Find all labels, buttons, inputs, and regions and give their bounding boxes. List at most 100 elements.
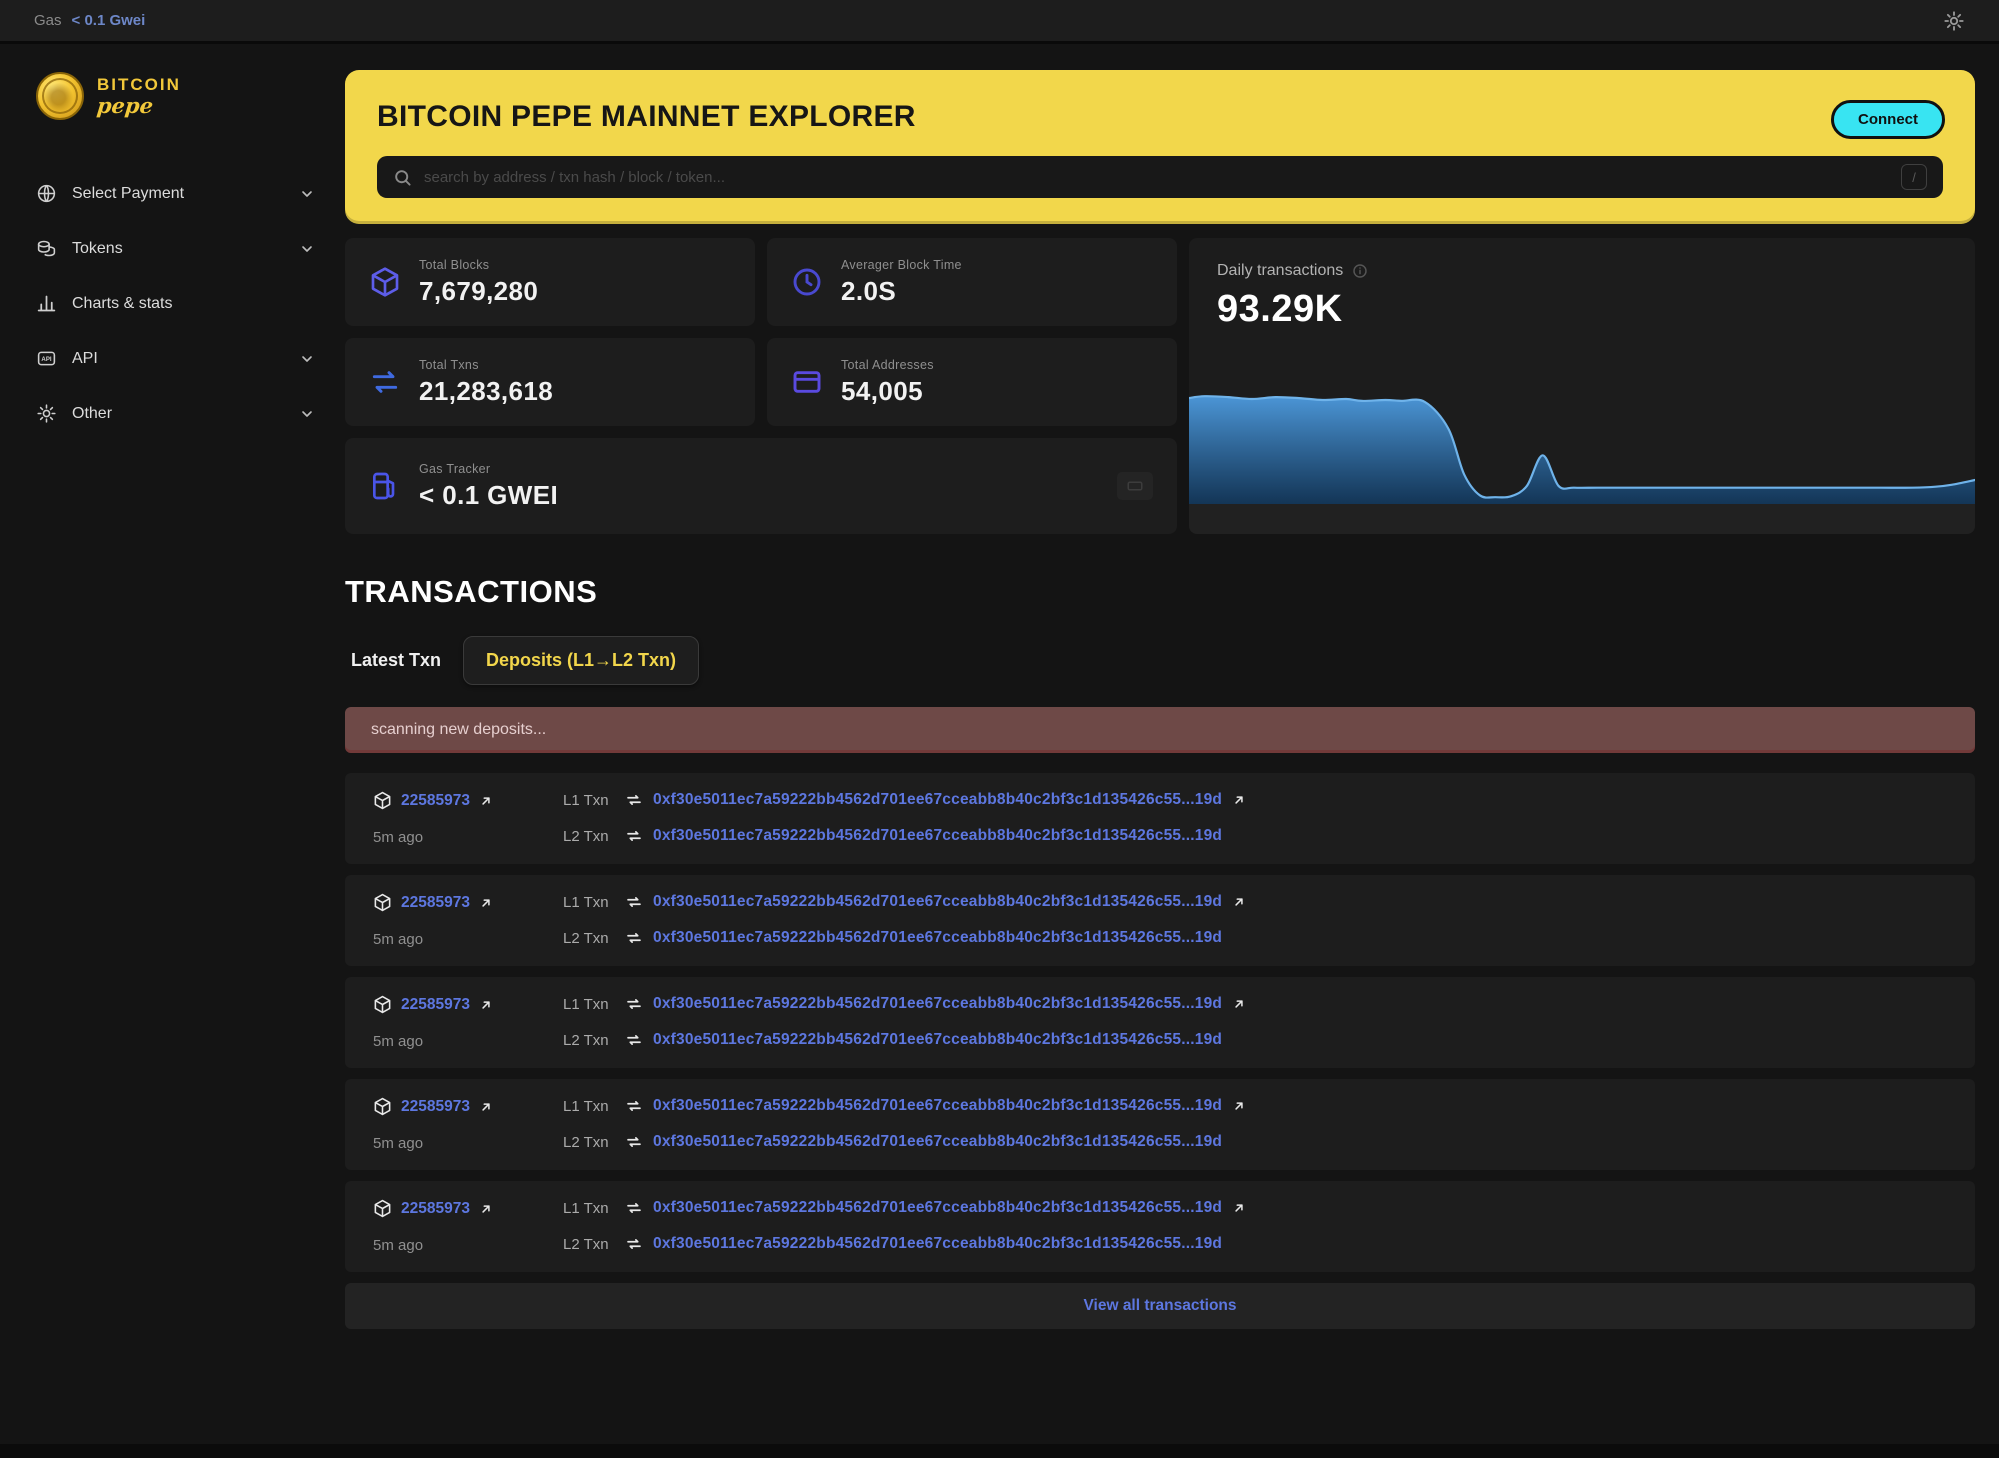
external-link-icon[interactable] (1232, 895, 1246, 909)
stat-card-gas-tracker[interactable]: Gas Tracker < 0.1 GWEI (345, 438, 1177, 534)
scanning-text: scanning new deposits... (371, 721, 546, 739)
l1-txn-hash-link[interactable]: 0xf30e5011ec7a59222bb4562d701ee67cceabb8… (653, 1097, 1222, 1115)
block-cube-icon (373, 1199, 392, 1218)
swap-arrows-icon (369, 366, 401, 398)
search-input[interactable] (424, 169, 1889, 186)
transfer-arrows-icon (625, 893, 643, 911)
search-icon (393, 168, 412, 187)
window-footer-edge (0, 1444, 1999, 1458)
sidebar-item-tokens[interactable]: Tokens (36, 221, 345, 276)
brand-logo[interactable]: BITCOIN pepe (36, 72, 345, 120)
sidebar-item-select-payment[interactable]: Select Payment (36, 166, 345, 221)
chart-baseline-strip (1189, 504, 1975, 534)
tokens-icon (36, 238, 57, 259)
block-number-link[interactable]: 22585973 (401, 996, 470, 1014)
transaction-row[interactable]: 22585973 5m ago L1 Txn 0xf30e5011ec7a592… (345, 875, 1975, 966)
transaction-row[interactable]: 22585973 5m ago L1 Txn 0xf30e5011ec7a592… (345, 1079, 1975, 1170)
chevron-down-icon (299, 241, 315, 257)
l1-txn-hash-link[interactable]: 0xf30e5011ec7a59222bb4562d701ee67cceabb8… (653, 995, 1222, 1013)
transaction-row[interactable]: 22585973 5m ago L1 Txn 0xf30e5011ec7a592… (345, 1181, 1975, 1272)
external-link-icon[interactable] (479, 1202, 493, 1216)
transfer-arrows-icon (625, 827, 643, 845)
l2-txn-hash-link[interactable]: 0xf30e5011ec7a59222bb4562d701ee67cceabb8… (653, 1031, 1222, 1049)
transfer-arrows-icon (625, 1133, 643, 1151)
connect-wallet-button[interactable]: Connect (1831, 100, 1945, 139)
stat-label: Total Addresses (841, 358, 934, 372)
stat-label: Averager Block Time (841, 258, 962, 272)
l2-txn-label: L2 Txn (563, 1134, 615, 1151)
sidebar-item-other[interactable]: Other (36, 386, 345, 441)
external-link-icon[interactable] (1232, 793, 1246, 807)
transactions-heading: TRANSACTIONS (345, 574, 1975, 610)
external-link-icon[interactable] (1232, 997, 1246, 1011)
external-link-icon[interactable] (1232, 1201, 1246, 1215)
block-cube-icon (373, 1097, 392, 1116)
transfer-arrows-icon (625, 1235, 643, 1253)
transaction-age: 5m ago (373, 1237, 563, 1254)
transaction-age: 5m ago (373, 1033, 563, 1050)
l1-txn-hash-link[interactable]: 0xf30e5011ec7a59222bb4562d701ee67cceabb8… (653, 791, 1222, 809)
stat-card-total-txns[interactable]: Total Txns 21,283,618 (345, 338, 755, 426)
l2-txn-hash-link[interactable]: 0xf30e5011ec7a59222bb4562d701ee67cceabb8… (653, 827, 1222, 845)
gas-price-value[interactable]: < 0.1 Gwei (72, 12, 146, 29)
l1-txn-hash-link[interactable]: 0xf30e5011ec7a59222bb4562d701ee67cceabb8… (653, 1199, 1222, 1217)
stat-value: 2.0S (841, 276, 962, 307)
l2-txn-label: L2 Txn (563, 1032, 615, 1049)
page-title: BITCOIN PEPE MAINNET EXPLORER (377, 100, 1943, 134)
main-content: BITCOIN PEPE MAINNET EXPLORER Connect / (345, 44, 1999, 1444)
settings-gear-icon[interactable] (1943, 10, 1965, 32)
stat-card-total-addresses[interactable]: Total Addresses 54,005 (767, 338, 1177, 426)
sidebar-item-label: Select Payment (72, 185, 184, 203)
sidebar-item-api[interactable]: API API (36, 331, 345, 386)
view-all-transactions-link[interactable]: View all transactions (1083, 1297, 1236, 1315)
gas-pump-icon (369, 470, 401, 502)
transaction-age: 5m ago (373, 829, 563, 846)
chevron-down-icon (299, 186, 315, 202)
l2-txn-label: L2 Txn (563, 1236, 615, 1253)
sidebar-item-label: Charts & stats (72, 295, 172, 313)
l2-txn-hash-link[interactable]: 0xf30e5011ec7a59222bb4562d701ee67cceabb8… (653, 1235, 1222, 1253)
cube-icon (369, 266, 401, 298)
l1-txn-hash-link[interactable]: 0xf30e5011ec7a59222bb4562d701ee67cceabb8… (653, 893, 1222, 911)
l2-txn-hash-link[interactable]: 0xf30e5011ec7a59222bb4562d701ee67cceabb8… (653, 929, 1222, 947)
stat-card-average-block-time[interactable]: Averager Block Time 2.0S (767, 238, 1177, 326)
search-bar[interactable]: / (377, 156, 1943, 198)
stat-card-total-blocks[interactable]: Total Blocks 7,679,280 (345, 238, 755, 326)
external-link-icon[interactable] (479, 1100, 493, 1114)
globe-icon (36, 183, 57, 204)
l2-txn-hash-link[interactable]: 0xf30e5011ec7a59222bb4562d701ee67cceabb8… (653, 1133, 1222, 1151)
stats-section: Total Blocks 7,679,280 Averager Block Ti… (345, 238, 1975, 534)
transaction-age: 5m ago (373, 1135, 563, 1152)
clock-icon (791, 266, 823, 298)
transaction-row[interactable]: 22585973 5m ago L1 Txn 0xf30e5011ec7a592… (345, 773, 1975, 864)
block-number-link[interactable]: 22585973 (401, 792, 470, 810)
daily-transactions-chart[interactable] (1189, 376, 1975, 504)
gas-label: Gas (34, 12, 62, 29)
daily-transactions-value: 93.29K (1217, 288, 1947, 331)
stat-value: 7,679,280 (419, 276, 538, 307)
external-link-icon[interactable] (479, 998, 493, 1012)
info-icon[interactable] (1352, 263, 1368, 279)
stat-label: Gas Tracker (419, 462, 558, 476)
wallet-icon (791, 366, 823, 398)
tab-deposits-l1-l2[interactable]: Deposits (L1→L2 Txn) (463, 636, 699, 685)
view-all-bar: View all transactions (345, 1283, 1975, 1329)
l1-txn-label: L1 Txn (563, 1200, 615, 1217)
transfer-arrows-icon (625, 1199, 643, 1217)
l1-txn-label: L1 Txn (563, 996, 615, 1013)
tab-latest-txn[interactable]: Latest Txn (345, 638, 447, 683)
block-number-link[interactable]: 22585973 (401, 1200, 470, 1218)
stat-label: Total Txns (419, 358, 553, 372)
block-number-link[interactable]: 22585973 (401, 894, 470, 912)
external-link-icon[interactable] (479, 794, 493, 808)
transfer-arrows-icon (625, 1031, 643, 1049)
l1-txn-label: L1 Txn (563, 1098, 615, 1115)
sidebar-item-charts-stats[interactable]: Charts & stats (36, 276, 345, 331)
chart-title: Daily transactions (1217, 262, 1343, 280)
bar-chart-icon (36, 293, 57, 314)
transaction-row[interactable]: 22585973 5m ago L1 Txn 0xf30e5011ec7a592… (345, 977, 1975, 1068)
external-link-icon[interactable] (479, 896, 493, 910)
app-window: Gas < 0.1 Gwei BITCOIN pepe Select Payme… (0, 0, 1999, 1458)
external-link-icon[interactable] (1232, 1099, 1246, 1113)
block-number-link[interactable]: 22585973 (401, 1098, 470, 1116)
